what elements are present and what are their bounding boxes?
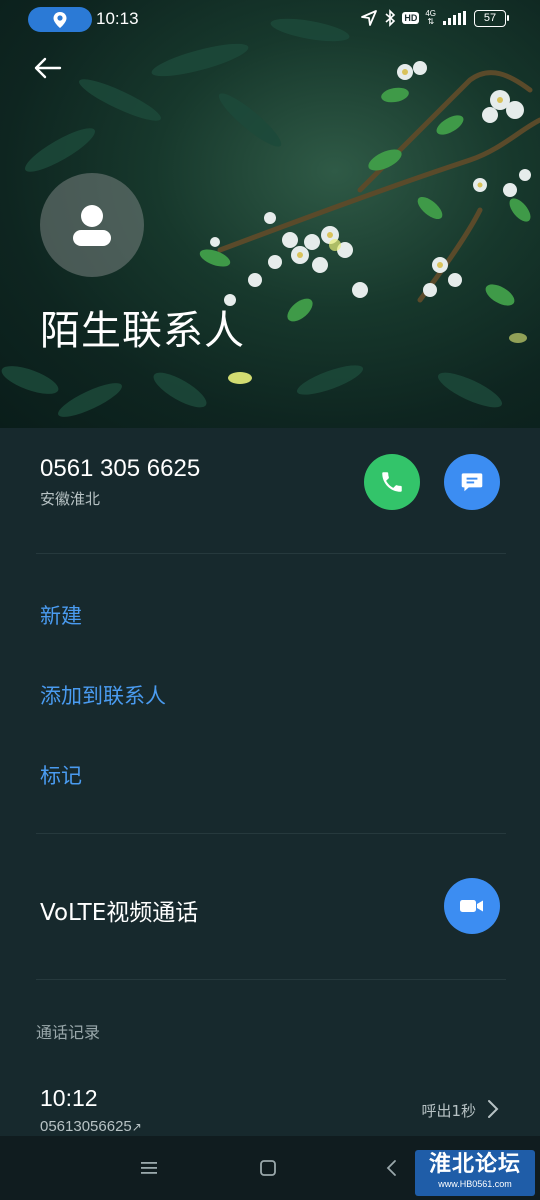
status-time: 10:13 xyxy=(96,9,139,28)
system-icons: HD 4G ⇅ 57 xyxy=(360,9,509,27)
new-contact-link[interactable]: 新建 xyxy=(40,600,82,630)
hd-badge: HD xyxy=(402,12,420,24)
location-pin-icon xyxy=(53,11,67,28)
add-to-contacts-link[interactable]: 添加到联系人 xyxy=(40,680,166,710)
call-log-title: 通话记录 xyxy=(36,1023,101,1042)
call-button[interactable] xyxy=(364,454,420,510)
back-button[interactable] xyxy=(30,52,64,84)
site-watermark: 淮北论坛 www.HB0561.com xyxy=(415,1150,535,1196)
divider xyxy=(36,979,506,980)
contact-name: 陌生联系人 xyxy=(40,308,245,354)
divider xyxy=(36,553,506,554)
call-status: 呼出1秒 xyxy=(421,1102,476,1120)
divider xyxy=(36,833,506,834)
outgoing-call-icon: ↗ xyxy=(131,1120,142,1134)
data-arrows-icon: ⇅ xyxy=(427,17,435,26)
call-time: 10:12 xyxy=(40,1085,98,1111)
phone-icon xyxy=(382,472,402,492)
call-number-text: 05613056625 xyxy=(40,1118,132,1135)
menu-icon xyxy=(141,1162,157,1174)
status-bar: 10:13 HD 4G ⇅ 57 xyxy=(0,0,540,40)
battery-indicator: 57 xyxy=(474,9,509,27)
person-icon xyxy=(73,205,111,246)
video-camera-icon xyxy=(460,900,483,912)
message-button[interactable] xyxy=(444,454,500,510)
message-icon xyxy=(461,473,483,492)
video-call-button[interactable] xyxy=(444,878,500,934)
network-type: 4G ⇅ xyxy=(425,10,436,26)
back-arrow-icon xyxy=(34,57,62,79)
back-triangle-icon xyxy=(386,1160,396,1176)
bluetooth-icon xyxy=(385,9,396,27)
home-button[interactable] xyxy=(253,1154,283,1182)
menu-button[interactable] xyxy=(134,1154,164,1182)
signal-strength-icon xyxy=(443,11,466,25)
location-indicator[interactable] xyxy=(28,7,92,32)
back-nav-button[interactable] xyxy=(376,1154,406,1182)
call-number: 05613056625↗ xyxy=(40,1118,142,1135)
mark-number-link[interactable]: 标记 xyxy=(40,760,82,790)
contact-avatar xyxy=(40,173,144,277)
home-square-icon xyxy=(260,1160,276,1176)
watermark-title: 淮北论坛 xyxy=(428,1152,521,1177)
volte-video-call-label: VoLTE视频通话 xyxy=(40,900,199,926)
contact-detail-panel: 0561 305 6625 安徽淮北 新建 添加到联系人 标记 VoLTE视频通… xyxy=(0,428,540,1136)
phone-number[interactable]: 0561 305 6625 xyxy=(40,455,200,483)
watermark-url: www.HB0561.com xyxy=(438,1179,512,1189)
phone-location: 安徽淮北 xyxy=(40,490,101,508)
navigation-arrow-icon xyxy=(361,10,378,26)
chevron-right-icon xyxy=(488,1100,499,1118)
